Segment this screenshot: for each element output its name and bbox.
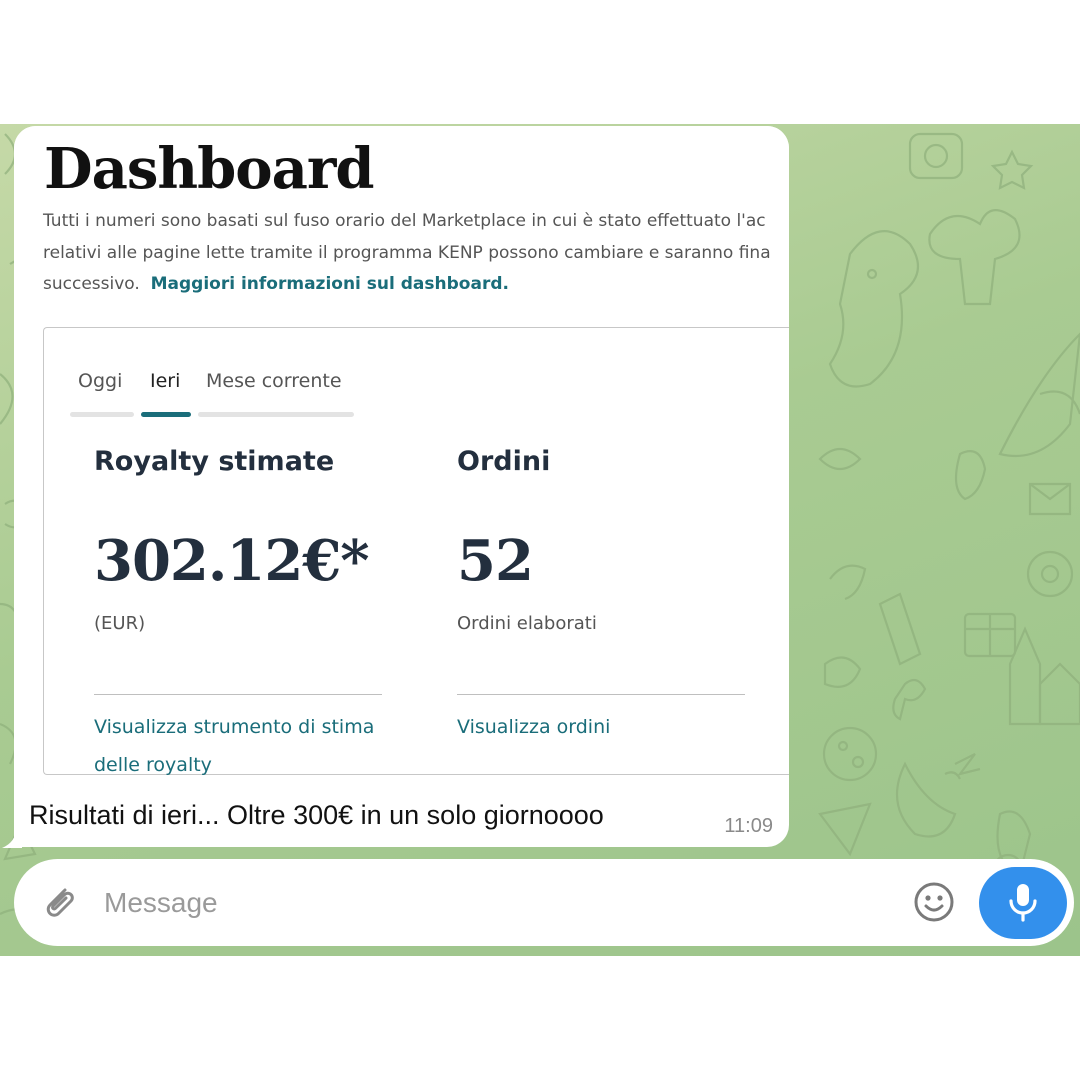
- dashboard-title: Dashboard: [44, 136, 375, 202]
- orders-link[interactable]: Visualizza ordini: [457, 708, 610, 746]
- royalty-currency: (EUR): [94, 613, 146, 634]
- tab-underline-oggi: [70, 412, 134, 417]
- tab-mese-corrente[interactable]: Mese corrente: [206, 370, 342, 392]
- tab-oggi[interactable]: Oggi: [78, 370, 122, 392]
- tab-underline-ieri: [141, 412, 191, 417]
- message-input[interactable]: [102, 877, 806, 929]
- message-bubble[interactable]: Dashboard Tutti i numeri sono basati sul…: [14, 126, 789, 847]
- description-line-text: successivo.: [43, 274, 140, 294]
- microphone-button[interactable]: [979, 867, 1067, 939]
- message-caption: Risultati di ieri... Oltre 300€ in un so…: [29, 800, 604, 830]
- paperclip-icon[interactable]: [38, 881, 80, 923]
- message-time: 11:09: [724, 815, 773, 837]
- royalty-label: Royalty stimate: [94, 446, 335, 477]
- tab-ieri[interactable]: Ieri: [150, 370, 180, 392]
- description-line-last: successivo. Maggiori informazioni sul da…: [43, 269, 789, 301]
- message-composer: [14, 859, 1074, 946]
- royalty-link-line: Visualizza strumento di stima: [94, 716, 375, 738]
- orders-label: Ordini: [457, 446, 551, 477]
- smiley-icon[interactable]: [912, 880, 956, 924]
- royalty-value: 302.12€*: [94, 528, 370, 594]
- tab-underline-mese-corrente: [198, 412, 354, 417]
- royalty-estimator-link[interactable]: Visualizza strumento di stima delle roya…: [94, 708, 374, 776]
- orders-sub: Ordini elaborati: [457, 613, 597, 634]
- metrics-card: Oggi Ieri Mese corrente Royalty stimate …: [43, 327, 789, 776]
- description-line: Tutti i numeri sono basati sul fuso orar…: [43, 211, 766, 231]
- dashboard-info-link[interactable]: Maggiori informazioni sul dashboard.: [151, 274, 509, 294]
- shared-screenshot[interactable]: Dashboard Tutti i numeri sono basati sul…: [14, 126, 789, 776]
- description-line: relativi alle pagine lette tramite il pr…: [43, 242, 771, 263]
- orders-divider: [457, 694, 745, 695]
- orders-value: 52: [457, 528, 534, 594]
- microphone-icon: [1009, 884, 1037, 922]
- royalty-divider: [94, 694, 382, 695]
- royalty-link-line: delle royalty: [94, 754, 212, 776]
- dashboard-description: Tutti i numeri sono basati sul fuso orar…: [43, 206, 789, 301]
